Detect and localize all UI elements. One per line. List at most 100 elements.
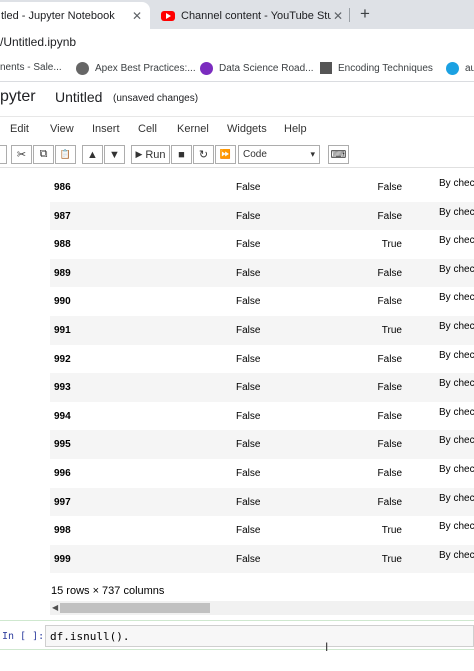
address-bar[interactable]: /Untitled.ipynb	[0, 29, 474, 56]
bookmark-label: Apex Best Practices:...	[95, 63, 196, 74]
table-cell: By check	[439, 406, 474, 418]
run-button[interactable]: ▶ Run	[131, 145, 170, 164]
save-status: (unsaved changes)	[113, 93, 199, 104]
scroll-left-icon[interactable]: ◀	[52, 603, 58, 612]
table-cell: False	[377, 182, 402, 193]
table-cell: False	[377, 210, 402, 222]
close-icon[interactable]: ✕	[132, 9, 142, 23]
bookmark-item[interactable]: au	[446, 62, 474, 75]
menu-help[interactable]: Help	[284, 123, 307, 135]
table-row: 989 False False By check	[50, 258, 474, 288]
url-text[interactable]: /Untitled.ipynb	[0, 35, 76, 49]
code-text[interactable]: df.isnull().	[50, 630, 129, 643]
bookmark-item[interactable]: Data Science Road...	[200, 62, 314, 75]
jupyter-logo[interactable]: pyter	[0, 88, 36, 106]
scrollbar-thumb[interactable]	[60, 603, 210, 613]
copy-button[interactable]: ⧉	[33, 145, 54, 164]
menu-view[interactable]: View	[50, 123, 74, 135]
tab-youtube-studio[interactable]: Channel content - YouTube Studi ✕	[153, 2, 351, 29]
row-index: 990	[54, 296, 71, 308]
paste-button[interactable]: 📋	[55, 145, 76, 164]
table-cell: True	[381, 325, 402, 336]
cut-button[interactable]: ✂	[11, 145, 32, 164]
table-cell: False	[236, 296, 261, 308]
cloud-icon	[446, 62, 459, 75]
table-cell: False	[236, 439, 261, 451]
row-index: 987	[54, 210, 71, 222]
restart-icon: ↻	[198, 149, 209, 161]
interrupt-button[interactable]: ■	[171, 145, 192, 164]
table-cell: False	[377, 382, 402, 394]
row-index: 994	[54, 410, 71, 422]
table-cell: By check	[439, 321, 474, 332]
menu-insert[interactable]: Insert	[92, 123, 120, 135]
code-editor[interactable]: df.isnull().	[45, 625, 474, 647]
table-cell: False	[377, 468, 402, 479]
table-cell: False	[236, 353, 261, 365]
table-row: 994 False False By check	[50, 402, 474, 431]
row-index: 993	[54, 382, 71, 394]
tab-divider	[349, 8, 350, 22]
cell-type-select[interactable]: Code ▾	[238, 145, 320, 164]
table-cell: False	[236, 182, 261, 193]
table-cell: False	[236, 468, 261, 479]
bookmark-label: nents - Sale...	[0, 62, 62, 73]
table-row: 986 False False By check	[50, 173, 474, 202]
bookmark-label: au	[465, 63, 474, 74]
menu-cell[interactable]: Cell	[138, 123, 157, 135]
table-cell: False	[377, 410, 402, 422]
table-row: 998 False True By check	[50, 516, 474, 545]
command-palette-button[interactable]: ⌨	[328, 145, 349, 164]
horizontal-scrollbar[interactable]: ◀	[50, 601, 474, 615]
tab-jupyter-notebook[interactable]: tled - Jupyter Notebook ✕	[0, 2, 150, 29]
row-index: 988	[54, 239, 71, 251]
fast-forward-icon: ⏩	[219, 149, 232, 159]
restart-button[interactable]: ↻	[193, 145, 214, 164]
bookmark-item[interactable]: nents - Sale...	[0, 62, 62, 73]
table-cell: By check	[439, 464, 474, 475]
table-row: 993 False False By check	[50, 373, 474, 402]
table-cell: False	[236, 496, 261, 508]
move-up-button[interactable]: ▲	[82, 145, 103, 164]
notebook-title[interactable]: Untitled	[55, 89, 102, 105]
code-cell[interactable]: In [ ]: df.isnull().	[0, 620, 474, 650]
keyboard-icon: ⌨	[330, 149, 347, 161]
menu-widgets[interactable]: Widgets	[227, 123, 267, 135]
tab-title: tled - Jupyter Notebook	[1, 9, 115, 22]
tab-title: Channel content - YouTube Studi	[181, 9, 331, 22]
text-cursor: I	[325, 640, 329, 654]
table-cell: By check	[439, 378, 474, 390]
table-row: 987 False False By check	[50, 201, 474, 231]
table-cell: False	[377, 353, 402, 365]
restart-run-all-button[interactable]: ⏩	[215, 145, 236, 164]
table-row: 999 False True By check	[50, 544, 474, 574]
table-cell: False	[236, 325, 261, 336]
bookmark-icon	[76, 62, 89, 75]
table-cell: False	[377, 296, 402, 308]
bookmark-icon	[200, 62, 213, 75]
table-row: 991 False True By check	[50, 316, 474, 345]
menu-edit[interactable]: Edit	[10, 123, 29, 135]
table-cell: False	[236, 267, 261, 279]
new-tab-button[interactable]: +	[360, 4, 370, 24]
arrow-down-icon: ▼	[109, 148, 120, 161]
table-cell: False	[377, 267, 402, 279]
bookmark-item[interactable]: Encoding Techniques	[320, 62, 433, 74]
table-cell: By check	[439, 292, 474, 304]
bookmark-label: Data Science Road...	[219, 63, 314, 74]
table-cell: By check	[439, 235, 474, 247]
bookmark-item[interactable]: Apex Best Practices:...	[76, 62, 196, 75]
row-index: 995	[54, 439, 71, 451]
table-cell: By check	[439, 549, 474, 561]
chart-icon	[320, 62, 332, 74]
add-cell-button[interactable]	[0, 145, 7, 164]
table-cell: True	[381, 239, 402, 251]
cell-type-value: Code	[243, 149, 267, 160]
bookmarks-bar: nents - Sale... Apex Best Practices:... …	[0, 56, 474, 82]
paste-icon: 📋	[59, 149, 72, 159]
input-prompt: In [ ]:	[2, 631, 45, 642]
move-down-button[interactable]: ▼	[104, 145, 125, 164]
table-row: 996 False False By check	[50, 459, 474, 488]
menu-kernel[interactable]: Kernel	[177, 123, 209, 135]
close-icon[interactable]: ✕	[333, 9, 343, 23]
